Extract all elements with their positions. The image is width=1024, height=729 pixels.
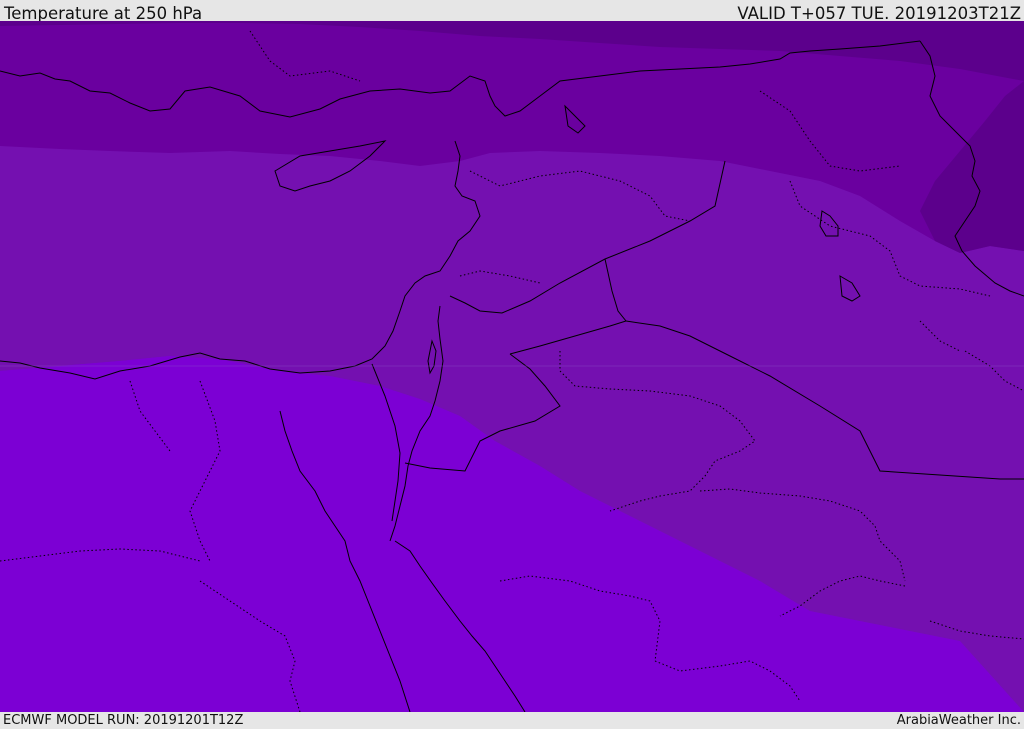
model-run-label: ECMWF MODEL RUN: 20191201T12Z [3,713,244,728]
map-product-page: Temperature at 250 hPa VALID T+057 TUE. … [0,0,1024,729]
temperature-map-canvas [0,21,1024,712]
weather-map[interactable] [0,21,1024,712]
credit-label: ArabiaWeather Inc. [896,713,1021,728]
